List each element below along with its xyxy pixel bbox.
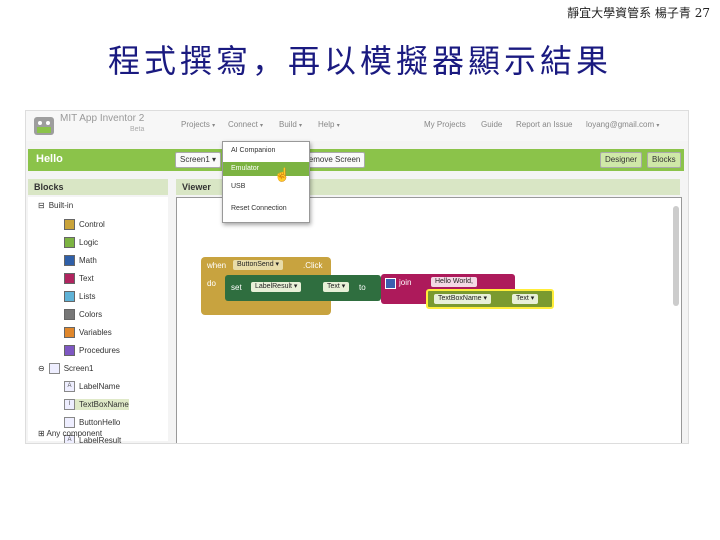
blocks-tree: ⊟ Built-in Control Logic Math Text Lists … bbox=[28, 197, 168, 443]
label-icon: A bbox=[64, 381, 75, 392]
tree-component-textboxname[interactable]: I TextBoxName bbox=[64, 399, 129, 410]
tree-item-math[interactable]: Math bbox=[64, 255, 97, 266]
viewer-scrollbar[interactable] bbox=[673, 206, 679, 306]
project-name: Hello bbox=[36, 153, 63, 165]
procedures-color-icon bbox=[64, 345, 75, 356]
set-text-block[interactable]: set LabelResult ▾ Text ▾ to bbox=[225, 275, 381, 301]
menu-build[interactable]: Build ▾ bbox=[279, 120, 302, 129]
collapse-icon[interactable]: ⊖ bbox=[38, 364, 45, 373]
menu-projects[interactable]: Projects ▾ bbox=[181, 120, 215, 129]
tree-component-buttonhello[interactable]: ButtonHello bbox=[64, 417, 120, 428]
button-icon bbox=[64, 417, 75, 428]
property-select[interactable]: Text ▾ bbox=[323, 282, 350, 292]
slide-header: 靜宜大學資管系 楊子青 27 bbox=[567, 6, 710, 20]
nav-my-projects[interactable]: My Projects bbox=[424, 120, 466, 129]
tree-item-procedures[interactable]: Procedures bbox=[64, 345, 120, 356]
tree-item-colors[interactable]: Colors bbox=[64, 309, 102, 320]
slide-title: 程式撰寫，再以模擬器顯示結果 bbox=[107, 42, 612, 80]
expand-icon: ⊞ bbox=[38, 429, 45, 438]
project-toolbar: Hello Screen1 ▾ Remove Screen Designer B… bbox=[28, 149, 684, 171]
tree-item-variables[interactable]: Variables bbox=[64, 327, 112, 338]
nav-report-issue[interactable]: Report an Issue bbox=[516, 120, 572, 129]
tree-screen1[interactable]: ⊖ Screen1 bbox=[38, 363, 94, 374]
menu-connect[interactable]: Connect ▾ bbox=[228, 120, 263, 129]
app-inventor-screenshot: MIT App Inventor 2 Beta Projects ▾ Conne… bbox=[25, 110, 689, 444]
collapse-icon[interactable]: ⊟ bbox=[38, 201, 45, 210]
nav-account[interactable]: loyang@gmail.com ▾ bbox=[586, 120, 659, 129]
hello-string[interactable]: Hello World, bbox=[431, 277, 477, 287]
menu-item-reset-connection[interactable]: Reset Connection bbox=[223, 202, 309, 216]
blocks-viewer[interactable] bbox=[176, 197, 682, 443]
variables-color-icon bbox=[64, 327, 75, 338]
tree-builtin[interactable]: ⊟ Built-in bbox=[38, 201, 73, 210]
blocks-button[interactable]: Blocks bbox=[647, 152, 681, 168]
lists-color-icon bbox=[64, 291, 75, 302]
textbox-icon: I bbox=[64, 399, 75, 410]
nav-guide[interactable]: Guide bbox=[481, 120, 502, 129]
button-select[interactable]: ButtonSend ▾ bbox=[233, 260, 284, 270]
property-select[interactable]: Text ▾ bbox=[512, 294, 539, 304]
top-bar: MIT App Inventor 2 Beta Projects ▾ Conne… bbox=[26, 111, 688, 141]
menu-item-usb[interactable]: USB bbox=[223, 180, 309, 194]
screen-icon bbox=[48, 363, 60, 374]
hand-cursor-icon: ☝ bbox=[274, 167, 291, 182]
mutator-gear-icon[interactable] bbox=[385, 278, 396, 289]
brand-subtitle: Beta bbox=[130, 126, 145, 133]
menu-help[interactable]: Help ▾ bbox=[318, 120, 340, 129]
brand-name: MIT App Inventor 2 bbox=[60, 113, 145, 124]
math-color-icon bbox=[64, 255, 75, 266]
tree-any-component[interactable]: ⊞ Any component bbox=[38, 429, 102, 438]
control-color-icon bbox=[64, 219, 75, 230]
tree-component-labelname[interactable]: A LabelName bbox=[64, 381, 120, 392]
menu-item-emulator[interactable]: Emulator bbox=[223, 162, 309, 176]
label-select[interactable]: LabelResult ▾ bbox=[251, 282, 302, 292]
screen-select[interactable]: Screen1 ▾ bbox=[175, 152, 222, 168]
text-color-icon bbox=[64, 273, 75, 284]
textbox-text-block[interactable]: TextBoxName ▾ Text ▾ bbox=[426, 289, 554, 309]
logic-color-icon bbox=[64, 237, 75, 248]
tree-item-lists[interactable]: Lists bbox=[64, 291, 95, 302]
tree-item-logic[interactable]: Logic bbox=[64, 237, 98, 248]
android-logo-icon bbox=[34, 117, 54, 135]
menu-item-ai-companion[interactable]: AI Companion bbox=[223, 144, 309, 158]
blocks-panel-header: Blocks bbox=[28, 179, 168, 195]
tree-item-text[interactable]: Text bbox=[64, 273, 94, 284]
connect-dropdown: AI Companion Emulator USB Reset Connecti… bbox=[222, 141, 310, 223]
colors-color-icon bbox=[64, 309, 75, 320]
textbox-select[interactable]: TextBoxName ▾ bbox=[434, 294, 492, 304]
designer-button[interactable]: Designer bbox=[600, 152, 643, 168]
tree-item-control[interactable]: Control bbox=[64, 219, 105, 230]
